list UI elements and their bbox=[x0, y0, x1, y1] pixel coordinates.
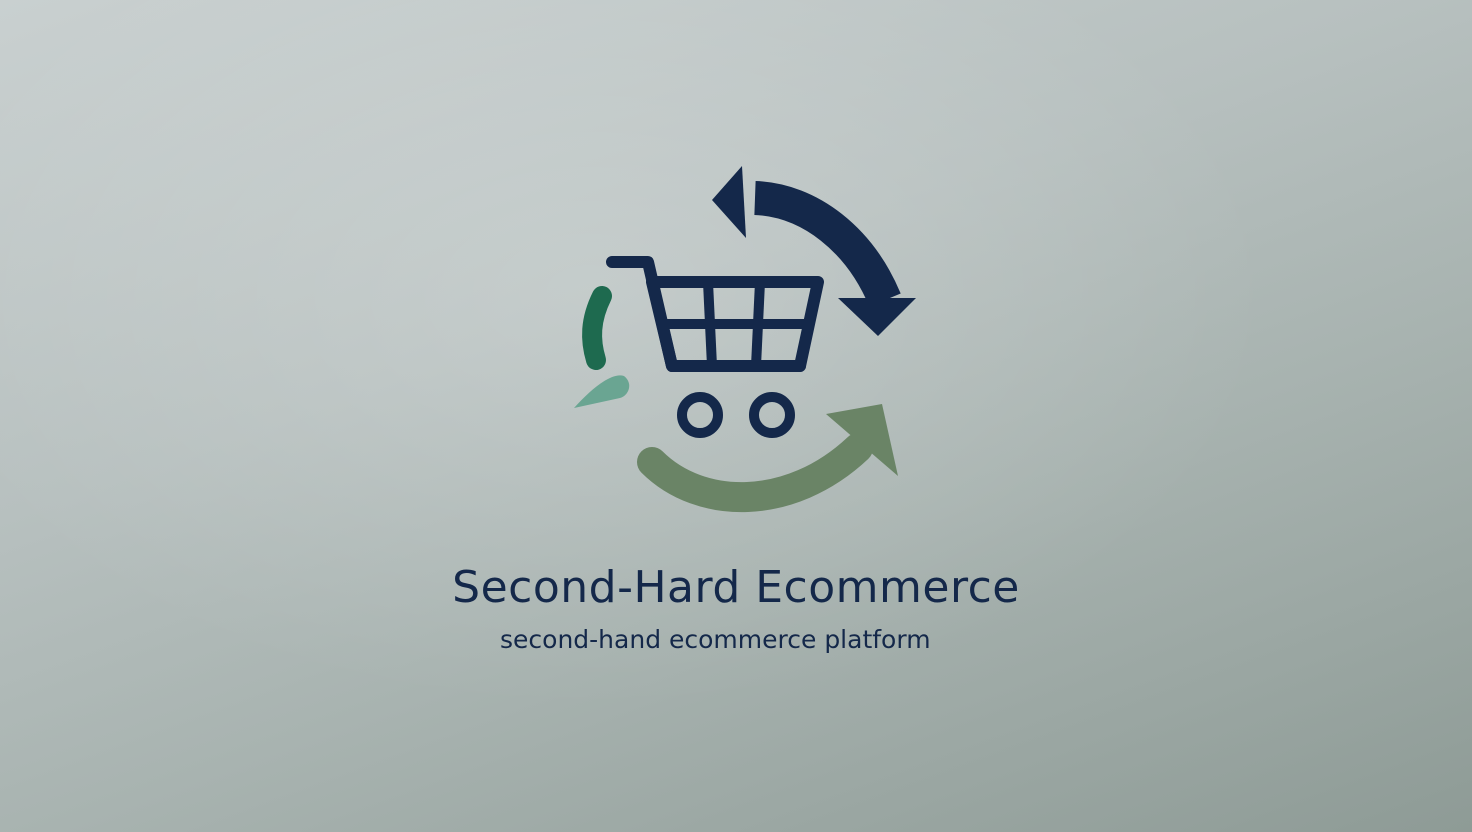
navy-arrow-head-left bbox=[712, 166, 746, 238]
swoosh-arc bbox=[637, 433, 873, 512]
brand-tagline: second-hand ecommerce platform bbox=[500, 625, 931, 654]
swoosh-arrow-icon bbox=[637, 404, 898, 512]
green-arc-segment bbox=[582, 286, 612, 370]
cart-grid-vertical-1 bbox=[703, 281, 717, 367]
shopping-cart-icon bbox=[606, 256, 824, 438]
cart-wheel-left bbox=[677, 392, 723, 438]
cart-grid-vertical-2 bbox=[751, 281, 765, 367]
logo-canvas: Second-Hard Ecommerce second-hand ecomme… bbox=[0, 0, 1472, 832]
cart-wheel-right bbox=[749, 392, 795, 438]
brand-logo bbox=[574, 166, 916, 512]
brand-name: Second-Hard Ecommerce bbox=[452, 562, 1020, 613]
navy-arrow-head-down bbox=[838, 298, 916, 336]
teal-leaf-shape bbox=[574, 375, 630, 408]
